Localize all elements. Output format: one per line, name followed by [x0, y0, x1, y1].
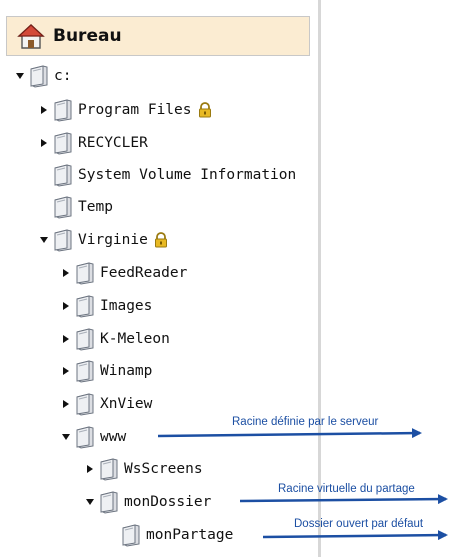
annotation-arrow-1: [157, 428, 422, 439]
annotation-server-root: Racine définie par le serveur: [232, 416, 379, 428]
annotation-arrows: [157, 428, 448, 541]
annotation-arrow-3: [262, 530, 448, 541]
annotation-arrow-2: [239, 494, 448, 505]
annotation-default-folder: Dossier ouvert par défaut: [294, 518, 424, 530]
annotation-virtual-root: Racine virtuelle du partage: [278, 483, 415, 495]
